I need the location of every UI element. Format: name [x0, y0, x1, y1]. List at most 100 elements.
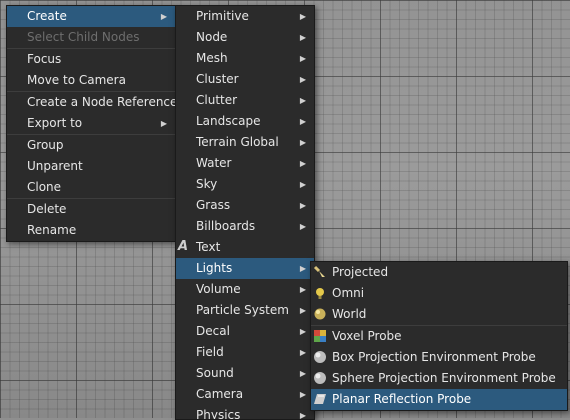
- menu-item-delete[interactable]: Delete: [7, 198, 175, 220]
- menu-item-label: Sky: [196, 177, 218, 191]
- submenu-item-particle-system[interactable]: Particle System ▶: [176, 300, 314, 321]
- menu-item-label: Export to: [27, 116, 83, 130]
- submenu-item-terrain-global[interactable]: Terrain Global ▶: [176, 132, 314, 153]
- submenu-item-billboards[interactable]: Billboards ▶: [176, 216, 314, 237]
- menu-item-label: Box Projection Environment Probe: [332, 350, 536, 364]
- menu-item-label: Move to Camera: [27, 73, 126, 87]
- chevron-right-icon: ▶: [299, 33, 306, 42]
- menu-item-label: Cluster: [196, 72, 239, 86]
- menu-item-label: Node: [196, 30, 228, 44]
- submenu-item-projected[interactable]: Projected: [311, 262, 567, 283]
- menu-item-label: Group: [27, 138, 64, 152]
- chevron-right-icon: ▶: [299, 306, 306, 315]
- menu-item-move-to-camera[interactable]: Move to Camera: [7, 70, 175, 91]
- menu-item-label: Field: [196, 345, 224, 359]
- submenu-item-volume[interactable]: Volume ▶: [176, 279, 314, 300]
- chevron-right-icon: ▶: [299, 117, 306, 126]
- submenu-item-text[interactable]: A Text: [176, 237, 314, 258]
- submenu-item-sky[interactable]: Sky ▶: [176, 174, 314, 195]
- menu-item-label: Clutter: [196, 93, 238, 107]
- menu-item-label: World: [332, 307, 367, 321]
- menu-item-label: Planar Reflection Probe: [332, 392, 472, 406]
- context-menu: Create ▶ Select Child Nodes Focus Move t…: [6, 5, 178, 242]
- menu-item-label: Water: [196, 156, 232, 170]
- submenu-item-camera[interactable]: Camera ▶: [176, 384, 314, 405]
- submenu-item-node[interactable]: Node ▶: [176, 27, 314, 48]
- submenu-item-primitive[interactable]: Primitive ▶: [176, 6, 314, 27]
- submenu-item-water[interactable]: Water ▶: [176, 153, 314, 174]
- submenu-item-decal[interactable]: Decal ▶: [176, 321, 314, 342]
- chevron-right-icon: ▶: [299, 390, 306, 399]
- submenu-item-mesh[interactable]: Mesh ▶: [176, 48, 314, 69]
- omni-light-icon: [313, 286, 327, 300]
- menu-item-label: Rename: [27, 223, 77, 237]
- menu-item-create-node-reference[interactable]: Create a Node Reference: [7, 91, 178, 113]
- submenu-item-clutter[interactable]: Clutter ▶: [176, 90, 314, 111]
- menu-item-export-to[interactable]: Export to ▶: [7, 113, 175, 134]
- submenu-item-world[interactable]: World: [311, 304, 567, 325]
- menu-item-label: Omni: [332, 286, 365, 300]
- menu-item-label: Billboards: [196, 219, 256, 233]
- chevron-right-icon: ▶: [299, 12, 306, 21]
- menu-item-label: Text: [196, 240, 221, 254]
- menu-item-label: Lights: [196, 261, 233, 275]
- menu-item-label: Camera: [196, 387, 244, 401]
- menu-item-label: Delete: [27, 202, 67, 216]
- chevron-right-icon: ▶: [299, 369, 306, 378]
- submenu-item-voxel-probe[interactable]: Voxel Probe: [311, 325, 567, 347]
- menu-item-label: Unparent: [27, 159, 83, 173]
- menu-item-focus[interactable]: Focus: [7, 48, 175, 70]
- chevron-right-icon: ▶: [299, 285, 306, 294]
- submenu-item-omni[interactable]: Omni: [311, 283, 567, 304]
- menu-item-label: Sphere Projection Environment Probe: [332, 371, 556, 385]
- chevron-right-icon: ▶: [299, 54, 306, 63]
- chevron-right-icon: ▶: [299, 201, 306, 210]
- menu-item-label: Physics: [196, 408, 241, 420]
- submenu-item-sphere-projection-probe[interactable]: Sphere Projection Environment Probe: [311, 368, 567, 389]
- menu-item-label: Clone: [27, 180, 62, 194]
- submenu-item-box-projection-probe[interactable]: Box Projection Environment Probe: [311, 347, 567, 368]
- submenu-item-landscape[interactable]: Landscape ▶: [176, 111, 314, 132]
- menu-item-label: Terrain Global: [196, 135, 279, 149]
- submenu-item-lights[interactable]: Lights ▶: [176, 258, 314, 279]
- chevron-right-icon: ▶: [299, 138, 306, 147]
- chevron-right-icon: ▶: [160, 12, 167, 21]
- menu-item-label: Sound: [196, 366, 234, 380]
- chevron-right-icon: ▶: [299, 75, 306, 84]
- create-submenu: Primitive ▶ Node ▶ Mesh ▶ Cluster ▶ Clut…: [175, 5, 315, 420]
- submenu-item-planar-reflection-probe[interactable]: Planar Reflection Probe: [311, 389, 567, 410]
- chevron-right-icon: ▶: [299, 327, 306, 336]
- submenu-item-cluster[interactable]: Cluster ▶: [176, 69, 314, 90]
- submenu-item-field[interactable]: Field ▶: [176, 342, 314, 363]
- menu-item-label: Voxel Probe: [332, 329, 402, 343]
- menu-item-label: Mesh: [196, 51, 228, 65]
- voxel-probe-icon: [313, 329, 327, 343]
- box-probe-icon: [313, 350, 327, 364]
- menu-item-label: Grass: [196, 198, 231, 212]
- menu-item-label: Volume: [196, 282, 241, 296]
- world-light-icon: [313, 307, 327, 321]
- menu-item-create[interactable]: Create ▶: [7, 6, 175, 27]
- menu-item-label: Focus: [27, 52, 62, 66]
- menu-item-label: Create a Node Reference: [27, 95, 178, 109]
- submenu-item-grass[interactable]: Grass ▶: [176, 195, 314, 216]
- menu-item-label: Projected: [332, 265, 389, 279]
- menu-item-label: Primitive: [196, 9, 249, 23]
- menu-item-label: Landscape: [196, 114, 261, 128]
- menu-item-group[interactable]: Group: [7, 134, 175, 156]
- sphere-probe-icon: [313, 371, 327, 385]
- menu-item-rename[interactable]: Rename: [7, 220, 175, 241]
- menu-item-label: Create: [27, 9, 67, 23]
- menu-item-label: Decal: [196, 324, 230, 338]
- submenu-item-sound[interactable]: Sound ▶: [176, 363, 314, 384]
- chevron-right-icon: ▶: [299, 222, 306, 231]
- menu-item-unparent[interactable]: Unparent: [7, 156, 175, 177]
- menu-item-clone[interactable]: Clone: [7, 177, 175, 198]
- menu-item-select-child-nodes: Select Child Nodes: [7, 27, 175, 48]
- chevron-right-icon: ▶: [299, 348, 306, 357]
- chevron-right-icon: ▶: [160, 119, 167, 128]
- chevron-right-icon: ▶: [299, 180, 306, 189]
- chevron-right-icon: ▶: [299, 264, 306, 273]
- text-icon: A: [178, 239, 189, 254]
- menu-item-label: Particle System: [196, 303, 289, 317]
